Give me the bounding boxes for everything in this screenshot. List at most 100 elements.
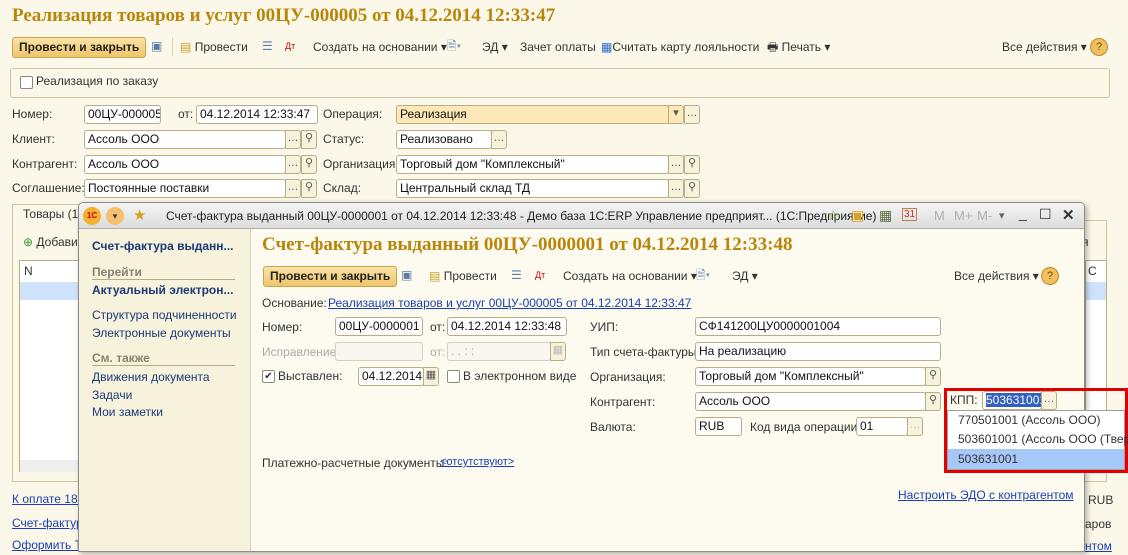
document-clock-icon[interactable]: 🗎▾ — [447, 37, 461, 55]
help-icon[interactable]: ? — [1090, 38, 1108, 56]
add-favorite-icon[interactable]: ☆ — [827, 207, 840, 224]
date-field[interactable]: 04.12.2014 12:33:47 — [196, 105, 318, 124]
list-icon[interactable]: ☰ — [262, 37, 273, 55]
currency-field[interactable]: RUB — [695, 417, 742, 436]
close-icon[interactable]: ✕ — [1062, 206, 1075, 224]
maximize-icon[interactable]: ☐ — [1039, 206, 1052, 223]
payment-offset-button[interactable]: Зачет оплаты — [520, 37, 596, 57]
select-button[interactable]: … — [668, 155, 684, 174]
ed-button[interactable]: ЭД ▾ — [482, 37, 508, 57]
basis-link[interactable]: Реализация товаров и услуг 00ЦУ-000005 о… — [328, 296, 691, 310]
calendar-icon[interactable]: 31 — [902, 208, 918, 221]
nav-item-notes[interactable]: Мои заметки — [92, 405, 163, 419]
calculator-icon[interactable]: ▦ — [879, 207, 892, 224]
search-icon[interactable]: ⚲ — [684, 179, 700, 198]
by-order-label: Реализация по заказу — [36, 74, 159, 88]
search-icon[interactable]: ⚲ — [925, 367, 941, 386]
number-field[interactable]: 00ЦУ-0000001 — [335, 317, 423, 336]
horizontal-scrollbar[interactable] — [20, 460, 78, 472]
electronic-checkbox[interactable] — [447, 370, 460, 383]
minimize-icon[interactable]: _ — [1019, 205, 1027, 221]
print-button[interactable]: 🖶 Печать ▾ — [767, 37, 830, 57]
help-icon[interactable]: ? — [1041, 267, 1059, 285]
issue-link[interactable]: Оформить Т — [12, 538, 82, 552]
select-button[interactable]: … — [907, 417, 923, 436]
all-actions-button[interactable]: Все действия ▾ — [1002, 37, 1087, 57]
dialog-all-actions-button[interactable]: Все действия ▾ — [954, 266, 1039, 286]
post-and-close-button[interactable]: Провести и закрыть — [12, 37, 147, 58]
warehouse-field[interactable]: Центральный склад ТД — [396, 179, 669, 198]
counterparty-field[interactable]: Ассоль ООО — [695, 392, 926, 411]
more-icon[interactable]: ▾ — [999, 209, 1005, 222]
table-row[interactable] — [20, 282, 78, 300]
nav-current[interactable]: Счет-фактура выданн... — [92, 239, 234, 253]
post-button[interactable]: ▤ Провести — [180, 37, 248, 57]
payment-docs-label: Платежно-расчетные документы: — [262, 456, 448, 470]
date-field[interactable]: 04.12.2014 12:33:48 — [447, 317, 567, 336]
kpp-option-selected[interactable]: 503631001 — [948, 449, 1124, 469]
kpp-option[interactable]: 503601001 (Ассоль ООО (Тверь)) — [948, 430, 1128, 449]
uip-field[interactable]: СФ141200ЦУ0000001004 — [695, 317, 941, 336]
search-icon[interactable]: ⚲ — [301, 179, 317, 198]
bookmark-icon[interactable]: ▣ — [851, 207, 864, 224]
search-icon[interactable]: ⚲ — [684, 155, 700, 174]
menu-icon[interactable]: ▾ — [106, 207, 124, 225]
calendar-icon[interactable]: ▦ — [423, 367, 439, 386]
kpp-option[interactable]: 770501001 (Ассоль ООО) — [948, 411, 1124, 430]
select-button[interactable]: … — [285, 155, 301, 174]
counterparty-field[interactable]: Ассоль ООО — [84, 155, 286, 174]
dialog-create-based-button[interactable]: Создать на основании ▾ — [563, 266, 697, 286]
select-button[interactable]: … — [1041, 391, 1057, 410]
payment-docs-link[interactable]: <отсутствуют> — [440, 456, 514, 468]
memory-m-button[interactable]: M — [934, 208, 945, 223]
favorite-star-icon[interactable]: ★ — [133, 206, 146, 224]
select-button[interactable]: … — [668, 179, 684, 198]
select-button[interactable]: … — [285, 130, 301, 149]
status-label: Статус: — [323, 132, 365, 146]
search-icon[interactable]: ⚲ — [301, 155, 317, 174]
agreement-field[interactable]: Постоянные поставки — [84, 179, 286, 198]
search-icon[interactable]: ⚲ — [925, 392, 941, 411]
issued-checkbox[interactable]: ✔ — [262, 370, 275, 383]
dialog-post-and-close-button[interactable]: Провести и закрыть — [263, 266, 398, 287]
select-button[interactable]: … — [285, 179, 301, 198]
create-based-label: Создать на основании — [563, 269, 688, 283]
select-button[interactable]: … — [491, 130, 507, 149]
invoice-type-field[interactable]: На реализацию — [695, 342, 941, 361]
search-icon[interactable]: ⚲ — [301, 130, 317, 149]
issued-date-field[interactable]: 04.12.2014 — [358, 367, 424, 386]
create-based-button[interactable]: Создать на основании ▾ — [313, 37, 447, 57]
dt-kt-icon[interactable]: Дт — [285, 37, 295, 55]
memory-plus-button[interactable]: M+ — [954, 208, 972, 223]
operation-field[interactable]: Реализация — [396, 105, 669, 124]
to-pay-link[interactable]: К оплате 18. — [12, 492, 81, 506]
client-field[interactable]: Ассоль ООО — [84, 130, 286, 149]
operation-code-field[interactable]: 01 — [856, 417, 908, 436]
setup-edo-link[interactable]: Настроить ЭДО с контрагентом — [898, 488, 1074, 502]
by-order-checkbox[interactable] — [20, 76, 33, 89]
nav-item-structure[interactable]: Структура подчиненности — [92, 308, 237, 322]
organization-field[interactable]: Торговый дом "Комплексный" — [396, 155, 669, 174]
kpp-field[interactable]: 503631001 — [982, 391, 1042, 410]
status-field[interactable]: Реализовано — [396, 130, 492, 149]
nav-item-tasks[interactable]: Задачи — [92, 388, 132, 402]
nav-item-electronic-docs[interactable]: Электронные документы — [92, 326, 231, 340]
dialog-ed-button[interactable]: ЭД ▾ — [732, 266, 758, 286]
organization-field[interactable]: Торговый дом "Комплексный" — [695, 367, 926, 386]
nav-item-actual-electronic[interactable]: Актуальный электрон... — [92, 283, 234, 297]
number-field[interactable]: 00ЦУ-000005 — [84, 105, 161, 124]
edo-partial-link[interactable]: нтом — [1085, 539, 1112, 553]
1c-logo-icon[interactable]: 1С — [83, 207, 101, 225]
loyalty-card-button[interactable]: ▦Считать карту лояльности — [601, 37, 759, 57]
select-button[interactable]: … — [684, 105, 700, 124]
dialog-post-button[interactable]: ▤ Провести — [429, 266, 497, 286]
dt-kt-icon[interactable]: Дт — [535, 266, 545, 284]
list-icon[interactable]: ☰ — [511, 266, 522, 284]
save-icon[interactable]: ▣ — [401, 266, 412, 284]
nav-item-movements[interactable]: Движения документа — [92, 370, 210, 384]
document-clock-icon[interactable]: 🗎▾ — [696, 266, 710, 284]
save-icon[interactable]: ▣ — [151, 37, 162, 55]
correction-date-field: . . : : — [447, 342, 551, 361]
memory-minus-button[interactable]: M- — [977, 208, 992, 223]
dropdown-arrow-icon[interactable]: ▾ — [668, 105, 684, 124]
